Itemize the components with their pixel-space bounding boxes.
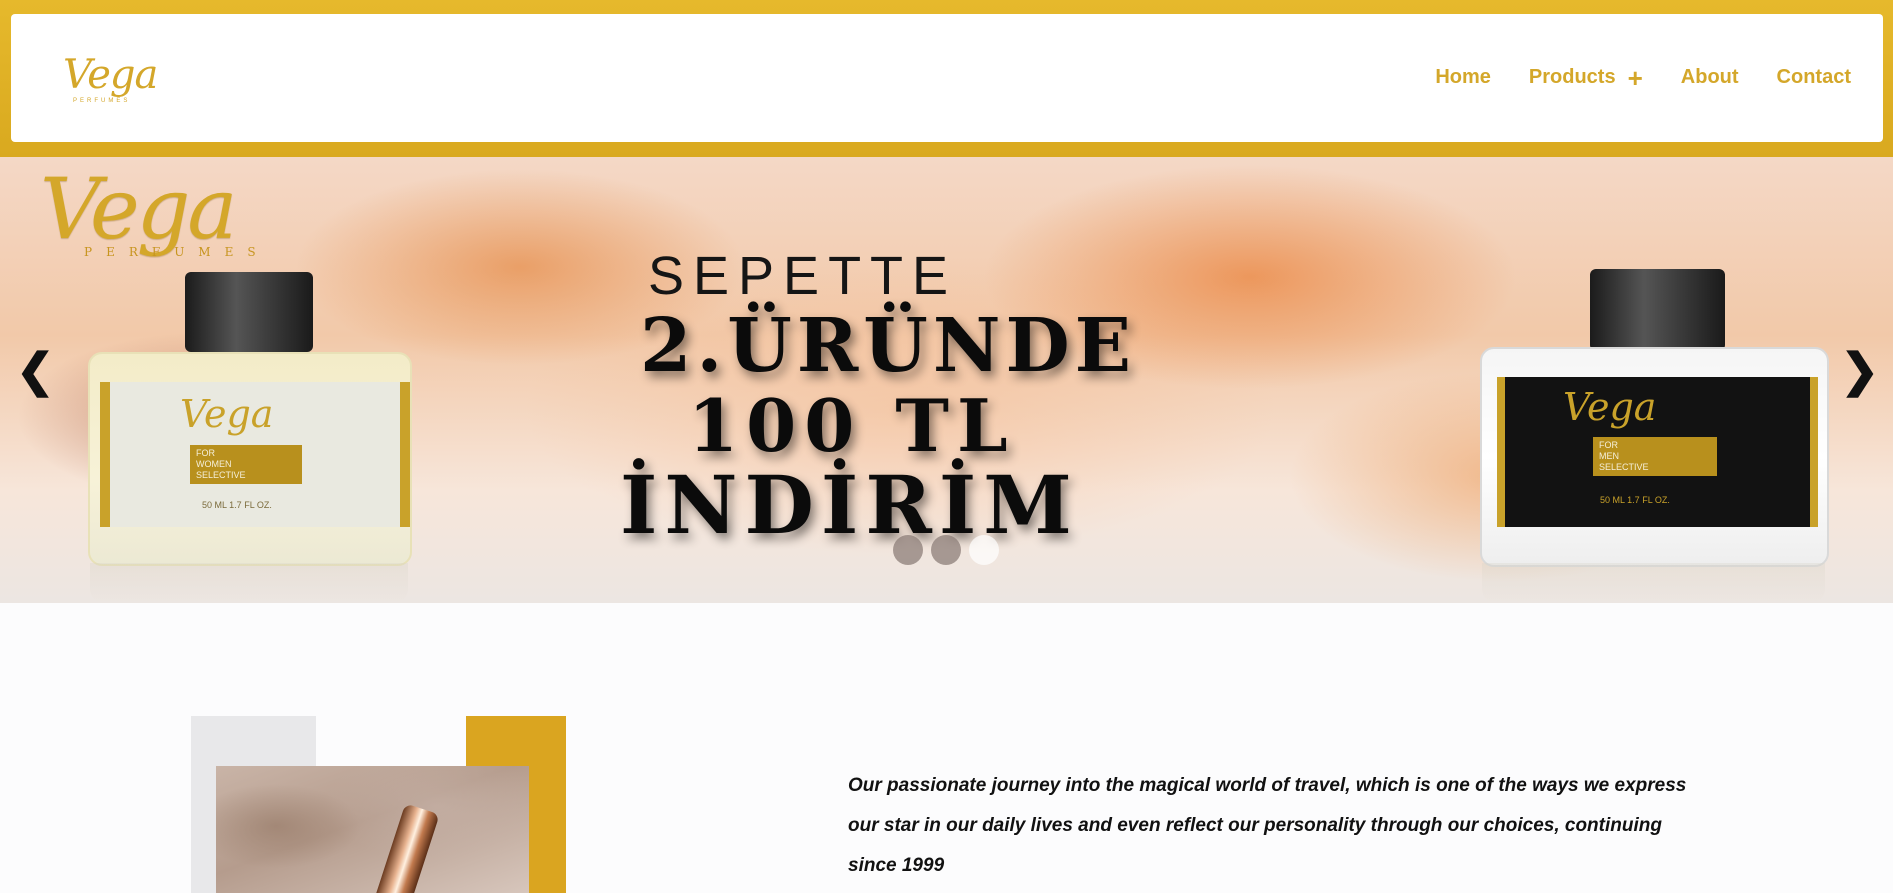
bottle-cap-left bbox=[185, 272, 313, 352]
lipstick-image bbox=[368, 803, 440, 893]
main-nav: Home Products + About Contact bbox=[1397, 65, 1851, 91]
slider-dots bbox=[893, 535, 1007, 565]
promo-headline: SEPETTE 2.ÜRÜNDE 100 TL İNDİRİM bbox=[620, 245, 1380, 552]
label-tag-men: FOR MEN SELECTIVE bbox=[1593, 437, 1717, 476]
label-tag-women: FOR WOMEN SELECTIVE bbox=[190, 445, 302, 484]
bottle-reflection-left bbox=[90, 563, 408, 603]
label-size-men: 50 ML 1.7 FL OZ. bbox=[1600, 495, 1670, 505]
bottle-label-women: Vega FOR WOMEN SELECTIVE 50 ML 1.7 FL OZ… bbox=[100, 382, 410, 527]
nav-home[interactable]: Home bbox=[1435, 66, 1491, 89]
promo-line-2: 2.ÜRÜNDE bbox=[640, 303, 1137, 389]
plus-icon[interactable]: + bbox=[1628, 65, 1643, 91]
promo-line-1: SEPETTE bbox=[648, 246, 958, 306]
nav-about[interactable]: About bbox=[1681, 66, 1739, 89]
hero-logo-text: Vega bbox=[40, 160, 238, 258]
about-image bbox=[216, 766, 529, 893]
label-tag-line: FOR bbox=[196, 448, 215, 458]
hero-logo: Vega PERFUMES bbox=[40, 167, 270, 259]
header-bar: Vega PERFUMES Home Products + About Cont… bbox=[11, 14, 1883, 142]
bottle-label-men: Vega FOR MEN SELECTIVE 50 ML 1.7 FL OZ. bbox=[1497, 377, 1818, 527]
slide-dot-3[interactable] bbox=[969, 535, 999, 565]
prev-slide-icon[interactable]: ❮ bbox=[16, 347, 55, 393]
label-tag-line: SELECTIVE bbox=[196, 470, 246, 480]
label-tag-line: MEN bbox=[1599, 451, 1619, 461]
label-size-women: 50 ML 1.7 FL OZ. bbox=[202, 500, 272, 510]
next-slide-icon[interactable]: ❯ bbox=[1840, 347, 1879, 393]
logo[interactable]: Vega PERFUMES bbox=[51, 48, 171, 110]
label-brand-men: Vega bbox=[1563, 385, 1657, 429]
hero-logo-subtext: PERFUMES bbox=[84, 245, 270, 259]
label-tag-line: WOMEN bbox=[196, 459, 232, 469]
nav-contact[interactable]: Contact bbox=[1777, 66, 1851, 89]
hero-slider: Vega PERFUMES Vega FOR WOMEN SELECTIVE 5… bbox=[0, 157, 1893, 603]
slide-dot-1[interactable] bbox=[893, 535, 923, 565]
label-tag-line: SELECTIVE bbox=[1599, 462, 1649, 472]
label-tag-line: FOR bbox=[1599, 440, 1618, 450]
nav-products-label: Products bbox=[1528, 66, 1616, 88]
bottle-cap-right bbox=[1590, 269, 1725, 351]
logo-subtext: PERFUMES bbox=[73, 98, 131, 104]
slide-dot-2[interactable] bbox=[931, 535, 961, 565]
about-text: Our passionate journey into the magical … bbox=[848, 775, 1687, 876]
site-header: Vega PERFUMES Home Products + About Cont… bbox=[0, 0, 1893, 157]
promo-line-3: 100 TL bbox=[688, 383, 1016, 468]
bottle-reflection-right bbox=[1482, 563, 1825, 603]
nav-products[interactable]: Products + bbox=[1528, 65, 1643, 91]
logo-text: Vega bbox=[63, 52, 158, 98]
about-section: Our passionate journey into the magical … bbox=[0, 603, 1893, 893]
label-brand-women: Vega bbox=[180, 392, 274, 436]
